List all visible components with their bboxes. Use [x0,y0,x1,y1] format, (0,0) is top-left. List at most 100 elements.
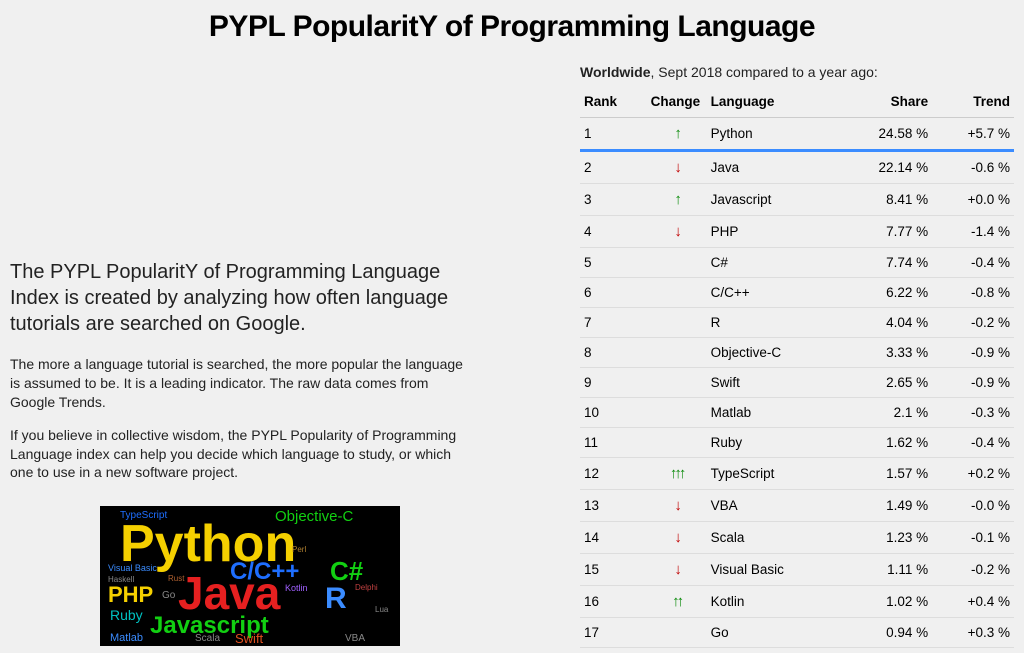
cell-language: Ruby [707,428,839,458]
cell-change: ↓ [647,216,707,248]
cell-trend: -0.6 % [932,151,1014,184]
cell-share: 2.1 % [839,398,932,428]
cell-language: Swift [707,368,839,398]
cell-share: 24.58 % [839,118,932,151]
cell-share: 6.22 % [839,278,932,308]
cell-trend: -0.2 % [932,554,1014,586]
cell-language: VBA [707,490,839,522]
cell-share: 4.04 % [839,308,932,338]
cell-change: ↑ [647,118,707,151]
arrow-down-icon: ↓ [674,561,679,578]
word-cloud-word: C# [330,558,363,584]
word-cloud-word: Lua [375,606,388,614]
cell-rank: 16 [580,586,647,618]
word-cloud-word: Delphi [355,584,378,592]
cell-share: 7.74 % [839,248,932,278]
th-rank: Rank [580,88,647,118]
cell-rank: 7 [580,308,647,338]
cell-language: PHP [707,216,839,248]
table-row: 14 ↓ Scala1.23 %-0.1 % [580,522,1014,554]
word-cloud-word: VBA [345,634,365,644]
cell-language: Python [707,118,839,151]
arrow-up-icon: ↑↑↑ [670,465,684,482]
cell-change [647,308,707,338]
table-row: 4↓PHP7.77 %-1.4 % [580,216,1014,248]
cell-trend: +0.0 % [932,184,1014,216]
cell-rank: 9 [580,368,647,398]
cell-language: Scala [707,522,839,554]
page-title: PYPL PopularitY of Programming Language [0,0,1024,64]
cell-change: ↓ [647,151,707,184]
cell-change [647,248,707,278]
cell-trend: +0.3 % [932,618,1014,648]
cell-change [647,368,707,398]
cell-rank: 6 [580,278,647,308]
word-cloud-word: PHP [108,584,153,606]
cell-share: 0.94 % [839,618,932,648]
cell-rank: 5 [580,248,647,278]
arrow-down-icon: ↓ [674,497,679,514]
th-share: Share [839,88,932,118]
cell-share: 7.77 % [839,216,932,248]
cell-share: 1.49 % [839,490,932,522]
right-column: Worldwide, Sept 2018 compared to a year … [490,64,1014,648]
cell-language: TypeScript [707,458,839,490]
arrow-down-icon: ↓ [674,529,679,546]
cell-trend: -0.1 % [932,522,1014,554]
cell-language: Matlab [707,398,839,428]
cell-rank: 11 [580,428,647,458]
table-row: 8Objective-C3.33 %-0.9 % [580,338,1014,368]
cell-rank: 13 [580,490,647,522]
cell-rank: 8 [580,338,647,368]
cell-share: 3.33 % [839,338,932,368]
word-cloud-word: Perl [292,546,306,554]
table-row: 7 R4.04 %-0.2 % [580,308,1014,338]
table-row: 15↓Visual Basic1.11 %-0.2 % [580,554,1014,586]
table-row: 12↑↑↑TypeScript1.57 %+0.2 % [580,458,1014,490]
cell-change: ↑↑↑ [647,458,707,490]
table-row: 17Go0.94 %+0.3 % [580,618,1014,648]
cell-share: 1.23 % [839,522,932,554]
cell-change: ↓ [647,522,707,554]
cell-change: ↓ [647,490,707,522]
cell-rank: 14 [580,522,647,554]
cell-rank: 10 [580,398,647,428]
cell-share: 1.02 % [839,586,932,618]
cell-trend: -0.9 % [932,338,1014,368]
word-cloud-word: Visual Basic [108,564,157,573]
arrow-up-icon: ↑ [674,125,679,142]
cell-change [647,398,707,428]
table-row: 16↑↑Kotlin1.02 %+0.4 % [580,586,1014,618]
cell-change: ↓ [647,554,707,586]
table-row: 10Matlab2.1 %-0.3 % [580,398,1014,428]
th-language: Language [707,88,839,118]
cell-language: Java [707,151,839,184]
cell-change: ↑ [647,184,707,216]
cell-rank: 17 [580,618,647,648]
cell-trend: -0.4 % [932,248,1014,278]
cell-trend: -0.4 % [932,428,1014,458]
intro-paragraph-1: The more a language tutorial is searched… [10,355,470,412]
arrow-down-icon: ↓ [674,223,679,240]
cell-trend: +0.4 % [932,586,1014,618]
cell-share: 22.14 % [839,151,932,184]
word-cloud-word: Scala [195,634,220,644]
word-cloud-word: Java [178,570,280,616]
word-cloud-word: R [325,584,347,614]
ranking-table: Rank Change Language Share Trend 1↑Pytho… [580,88,1014,648]
cell-language: C/C++ [707,278,839,308]
word-cloud-word: Kotlin [285,584,308,593]
cell-trend: -1.4 % [932,216,1014,248]
cell-language: R [707,308,839,338]
th-trend: Trend [932,88,1014,118]
cell-change: ↑↑ [647,586,707,618]
cell-trend: -0.2 % [932,308,1014,338]
arrow-down-icon: ↓ [674,159,679,176]
cell-language: Visual Basic [707,554,839,586]
intro-paragraph-2: If you believe in collective wisdom, the… [10,426,470,483]
left-column: The PYPL PopularitY of Programming Langu… [10,64,490,648]
cell-rank: 1 [580,118,647,151]
table-row: 2↓Java22.14 %-0.6 % [580,151,1014,184]
cell-share: 2.65 % [839,368,932,398]
arrow-up-icon: ↑ [674,191,679,208]
